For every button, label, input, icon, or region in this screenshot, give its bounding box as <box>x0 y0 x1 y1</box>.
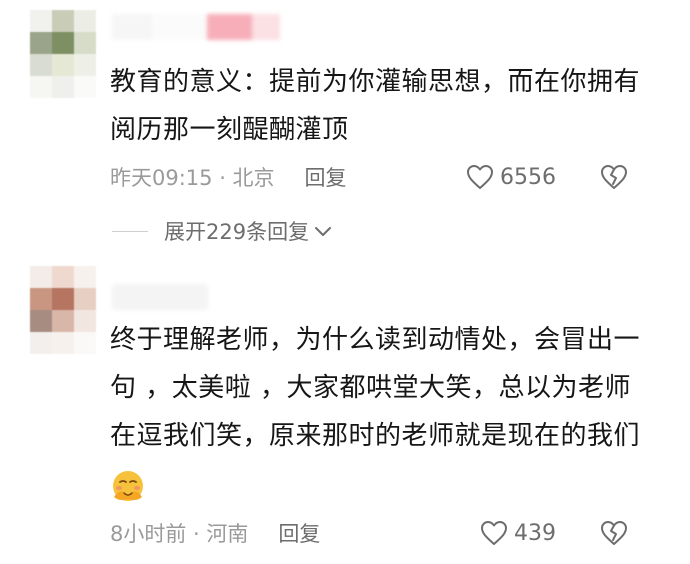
like-count: 6556 <box>500 164 556 190</box>
dislike-button[interactable] <box>600 518 628 548</box>
comment-meta: 8小时前 · 河南 回复 439 <box>110 518 660 548</box>
chevron-down-icon <box>315 227 332 236</box>
dislike-button[interactable] <box>600 162 628 192</box>
time-location: 昨天09:15 · 北京 <box>110 166 275 190</box>
like-button[interactable]: 439 <box>480 518 556 548</box>
comment-meta: 昨天09:15 · 北京 回复 6556 <box>110 162 660 192</box>
heart-outline-icon <box>481 521 507 545</box>
comment-item: 教育的意义：提前为你灌输思想，而在你拥有阅历那一刻醍醐灌顶 昨天09:15 · … <box>0 0 690 260</box>
expand-replies-button[interactable]: 展开229条回复 <box>112 216 333 246</box>
reply-button[interactable]: 回复 <box>305 162 347 192</box>
time-location: 8小时前 · 河南 <box>110 522 249 546</box>
expand-replies-label: 展开229条回复 <box>164 220 310 244</box>
reply-button[interactable]: 回复 <box>278 518 320 548</box>
face-with-open-hands-emoji <box>113 470 143 501</box>
divider <box>112 230 148 232</box>
broken-heart-outline-icon <box>601 165 627 189</box>
like-button[interactable]: 6556 <box>466 162 556 192</box>
username[interactable] <box>112 14 280 40</box>
avatar[interactable] <box>30 10 96 98</box>
heart-outline-icon <box>467 165 493 189</box>
comment-text: 终于理解老师，为什么读到动情处，会冒出一句 ，太美啦 ，大家都哄堂大笑，总以为老… <box>110 316 650 508</box>
avatar[interactable] <box>30 266 96 354</box>
comment-text: 教育的意义：提前为你灌输思想，而在你拥有阅历那一刻醍醐灌顶 <box>110 67 641 145</box>
broken-heart-outline-icon <box>601 521 627 545</box>
comment-item: 终于理解老师，为什么读到动情处，会冒出一句 ，太美啦 ，大家都哄堂大笑，总以为老… <box>0 260 690 564</box>
username[interactable] <box>112 284 208 310</box>
comment-body: 终于理解老师，为什么读到动情处，会冒出一句 ，太美啦 ，大家都哄堂大笑，总以为老… <box>110 325 641 451</box>
like-count: 439 <box>514 520 556 546</box>
